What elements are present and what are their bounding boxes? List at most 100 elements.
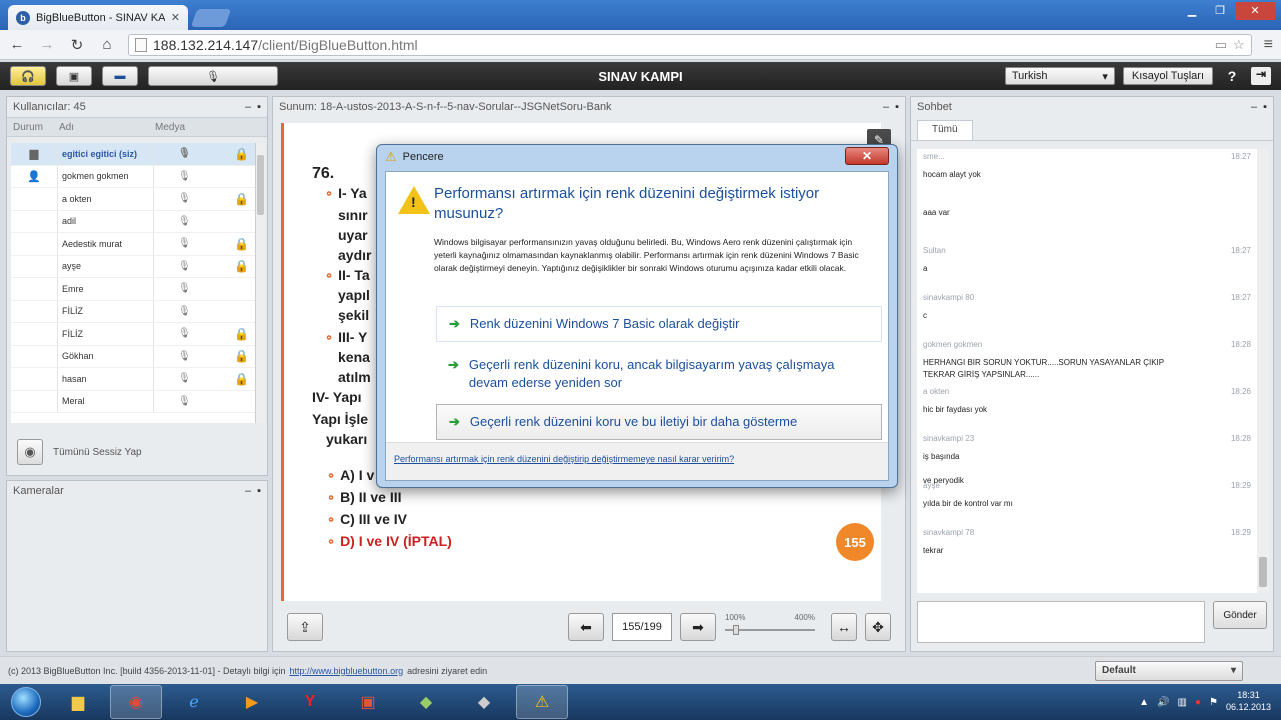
zoom-knob[interactable] (733, 625, 739, 635)
zoom-slider[interactable]: 100% 400% (725, 611, 815, 641)
upload-button[interactable]: ⇪ (287, 613, 323, 641)
footer-link[interactable]: http://www.bigbluebutton.org (290, 666, 404, 676)
microphone-icon[interactable]: 🎙 (178, 351, 191, 362)
user-row[interactable]: adil 🎙 (11, 210, 255, 233)
taskbar-yandex[interactable]: Y (284, 685, 336, 719)
option-label: Geçerli renk düzenini koru ve bu iletiyi… (469, 414, 798, 429)
option-change-basic[interactable]: ➔ Renk düzenini Windows 7 Basic olarak de… (436, 306, 882, 343)
minimize-panel-icon[interactable]: ‒ (245, 485, 251, 497)
help-link[interactable]: Performansı artırmak için renk düzenini … (394, 454, 734, 464)
next-slide-button[interactable]: ➡ (680, 613, 716, 641)
prev-slide-button[interactable]: ⬅ (568, 613, 604, 641)
start-button[interactable] (0, 684, 52, 720)
layout-select[interactable]: Default ▾ (1095, 660, 1243, 681)
address-bar[interactable]: 188.132.214.147/client/BigBlueButton.htm… (128, 33, 1252, 56)
chat-input[interactable] (917, 601, 1205, 643)
security-icon[interactable]: ● (1195, 697, 1201, 708)
taskbar-media-player[interactable]: ▶ (226, 685, 278, 719)
user-row[interactable]: 👤 gokmen gokmen 🎙 (11, 165, 255, 188)
taskbar-office[interactable]: ▣ (342, 685, 394, 719)
user-media: 🎙 🔒 (153, 188, 255, 210)
minimize-panel-icon[interactable]: ‒ (245, 101, 251, 113)
send-button[interactable]: Gönder (1213, 601, 1267, 629)
desktop-share-button[interactable]: ▬ (102, 66, 138, 86)
microphone-icon[interactable]: 🎙 (178, 306, 191, 317)
clock[interactable]: 18:31 06.12.2013 (1226, 690, 1271, 713)
microphone-icon[interactable]: 🎙 (178, 238, 191, 249)
bookmark-star-icon[interactable]: ☆ (1233, 37, 1245, 53)
browser-menu-icon[interactable]: ≡ (1264, 36, 1273, 54)
flag-icon[interactable]: ⚑ (1209, 697, 1218, 708)
option-keep-dont-show[interactable]: ➔ Geçerli renk düzenini koru ve bu iletiy… (436, 404, 882, 441)
microphone-icon[interactable]: 🎙 (178, 261, 191, 272)
minimize-panel-icon[interactable]: ‒ (1251, 101, 1257, 113)
language-select[interactable]: Turkish ▾ (1004, 67, 1115, 85)
tray-arrow-icon[interactable]: ▲ (1139, 697, 1149, 708)
microphone-icon[interactable]: 🎙 (178, 373, 191, 384)
maximize-panel-icon[interactable]: ▪ (1263, 101, 1267, 113)
taskbar-ie[interactable]: ℯ (168, 685, 220, 719)
volume-icon[interactable]: 🔊 (1157, 697, 1169, 708)
page-indicator[interactable]: 155/199 (612, 613, 672, 641)
microphone-icon[interactable]: 🎙 (178, 171, 191, 182)
back-icon[interactable]: ← (8, 36, 26, 53)
col-media[interactable]: Medya (149, 122, 185, 133)
maximize-panel-icon[interactable]: ▪ (257, 485, 261, 497)
taskbar-explorer[interactable]: ▆ (52, 685, 104, 719)
taskbar-app1[interactable]: ◆ (400, 685, 452, 719)
new-tab-button[interactable] (190, 9, 232, 27)
minimize-icon[interactable]: ▁ (1179, 2, 1205, 20)
user-row[interactable]: Gökhan 🎙 🔒 (11, 345, 255, 368)
reload-icon[interactable]: ↻ (68, 36, 86, 54)
microphone-icon[interactable]: 🎙 (178, 396, 191, 407)
col-status[interactable]: Durum (7, 122, 53, 133)
user-row[interactable]: a okten 🎙 🔒 (11, 188, 255, 211)
user-row[interactable]: Meral 🎙 (11, 390, 255, 413)
user-media: 🎙 (153, 165, 255, 187)
logout-icon[interactable]: ⇥ (1251, 67, 1271, 85)
forward-icon[interactable]: → (38, 36, 56, 53)
fit-width-button[interactable]: ↔ (831, 613, 857, 641)
user-row[interactable]: Emre 🎙 (11, 278, 255, 301)
help-button[interactable]: ? (1221, 68, 1243, 84)
scroll-thumb[interactable] (1259, 557, 1267, 587)
fit-page-button[interactable]: ✥ (865, 613, 891, 641)
tab-close-icon[interactable]: ✕ (171, 11, 180, 24)
maximize-icon[interactable]: ❐ (1207, 2, 1233, 20)
microphone-icon[interactable]: 🎙 (178, 193, 191, 204)
user-row[interactable]: Aedestik murat 🎙 🔒 (11, 233, 255, 256)
user-row[interactable]: ▆ egitici egitici (siz) 🎙 🔒 (11, 143, 255, 166)
microphone-icon[interactable]: 🎙 (178, 283, 191, 294)
col-name[interactable]: Adı (53, 122, 149, 133)
microphone-icon[interactable]: 🎙 (178, 216, 191, 227)
user-row[interactable]: FİLİZ 🎙 (11, 300, 255, 323)
network-icon[interactable]: ▥ (1177, 697, 1186, 708)
microphone-icon[interactable]: 🎙 (178, 328, 191, 339)
microphone-icon[interactable]: 🎙 (178, 148, 191, 159)
home-icon[interactable]: ⌂ (98, 36, 116, 53)
dialog-close-button[interactable]: ✕ (845, 147, 889, 165)
users-scrollbar[interactable] (255, 143, 265, 423)
page-action-icon[interactable]: ▭ (1215, 37, 1227, 53)
tab-all[interactable]: Tümü (917, 120, 973, 140)
shortcuts-button[interactable]: Kısayol Tuşları (1122, 67, 1213, 85)
webcam-button[interactable]: ▣ (56, 66, 92, 86)
taskbar-app2[interactable]: ◆ (458, 685, 510, 719)
user-row[interactable]: FİLİZ 🎙 🔒 (11, 323, 255, 346)
mute-all-button[interactable]: ◉ (17, 439, 43, 465)
taskbar-chrome[interactable]: ◉ (110, 685, 162, 719)
maximize-panel-icon[interactable]: ▪ (895, 101, 899, 113)
user-row[interactable]: hasan 🎙 🔒 (11, 368, 255, 391)
minimize-panel-icon[interactable]: ‒ (883, 101, 889, 113)
user-row[interactable]: ayşe 🎙 🔒 (11, 255, 255, 278)
scroll-thumb[interactable] (257, 155, 264, 215)
microphone-button[interactable]: 🎙 (148, 66, 278, 86)
chat-scrollbar[interactable] (1257, 149, 1269, 593)
window-close-icon[interactable]: ✕ (1235, 2, 1275, 20)
browser-tab[interactable]: b BigBlueButton - SINAV KAMPI ✕ (8, 5, 188, 30)
option-keep-ask-later[interactable]: ➔ Geçerli renk düzenini koru, ancak bilgi… (436, 348, 882, 400)
headset-button[interactable]: 🎧 (10, 66, 46, 86)
taskbar-warning[interactable]: ⚠ (516, 685, 568, 719)
maximize-panel-icon[interactable]: ▪ (257, 101, 261, 113)
user-name: gokmen gokmen (57, 165, 153, 187)
